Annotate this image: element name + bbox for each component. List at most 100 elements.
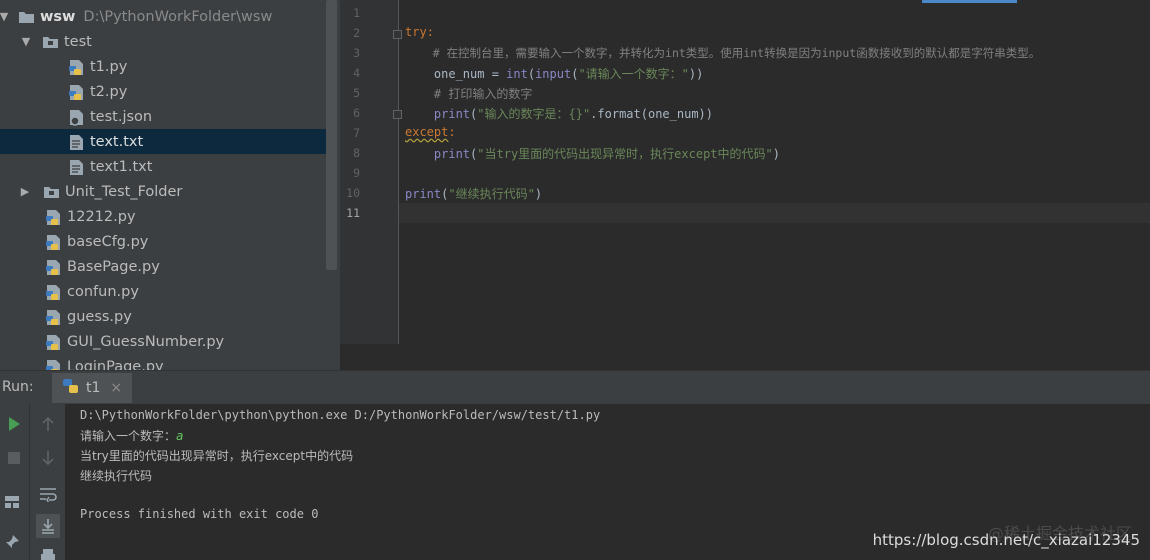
console-prompt-line: 请输入一个数字：a — [80, 429, 184, 443]
soft-wrap-button[interactable] — [36, 482, 60, 506]
line-number: 4 — [353, 66, 360, 80]
console-exit-line: Process finished with exit code 0 — [80, 507, 319, 521]
tree-item-t2-py[interactable]: t2.py — [0, 79, 326, 104]
tree-item-label: text.txt — [90, 133, 144, 150]
code-line-2: try: — [405, 25, 434, 39]
line-number: 1 — [353, 6, 360, 20]
console-command-line: D:\PythonWorkFolder\python\python.exe D:… — [80, 408, 601, 422]
text-file-icon — [68, 134, 85, 150]
line-number: 10 — [346, 186, 360, 200]
line-number: 9 — [353, 166, 360, 180]
scroll-to-end-button[interactable] — [36, 514, 60, 538]
code-line-5: # 打印输入的数字 — [405, 87, 533, 101]
tree-item-label: BasePage.py — [67, 258, 160, 275]
console-continue-line: 继续执行代码 — [80, 469, 153, 483]
python-file-icon — [68, 59, 85, 75]
tree-item-confun-py[interactable]: confun.py — [0, 279, 326, 304]
print-button[interactable] — [36, 544, 60, 560]
rerun-button[interactable] — [2, 412, 26, 436]
python-file-icon — [45, 334, 62, 350]
tree-item-loginpage-py[interactable]: LoginPage.py — [0, 354, 326, 370]
tree-item-t1-py[interactable]: t1.py — [0, 54, 326, 79]
python-file-icon — [45, 209, 62, 225]
python-file-icon — [45, 234, 62, 250]
keyword-except: except — [405, 125, 449, 139]
line-number: 6 — [353, 106, 360, 120]
scroll-to-end-icon — [42, 519, 54, 534]
fold-marker-icon[interactable] — [393, 110, 402, 119]
print-icon — [41, 549, 55, 560]
tree-item-gui-guessnumber-py[interactable]: GUI_GuessNumber.py — [0, 329, 326, 354]
pin-button[interactable] — [0, 530, 24, 554]
python-file-icon — [45, 259, 62, 275]
tree-item-12212-py[interactable]: 12212.py — [0, 204, 326, 229]
code-line-10: print("继续执行代码") — [405, 187, 543, 201]
arrow-up-icon — [42, 416, 54, 431]
code-line-4: one_num = int(input("请输入一个数字：")) — [405, 67, 704, 81]
tree-item-label: LoginPage.py — [67, 358, 164, 371]
tree-scrollbar[interactable] — [326, 0, 337, 270]
tree-item-unit-test-folder[interactable]: ▶ Unit_Test_Folder — [0, 179, 326, 204]
layout-button[interactable] — [0, 490, 24, 514]
chevron-down-icon[interactable]: ▼ — [20, 35, 32, 48]
run-label: Run: — [2, 379, 34, 395]
tree-item-label: confun.py — [67, 283, 139, 300]
code-editor[interactable]: 1 2 3 4 5 6 7 8 9 10 11 try: # 在控制台里，需要输… — [340, 0, 1150, 370]
tree-root-wsw[interactable]: ▼ wsw D:\PythonWorkFolder\wsw — [0, 4, 326, 29]
run-tab-t1[interactable]: t1 × — [52, 373, 133, 403]
tree-item-text1-txt[interactable]: text1.txt — [0, 154, 326, 179]
run-tab-label: t1 — [86, 380, 101, 396]
tree-item-label: baseCfg.py — [67, 233, 149, 250]
tree-item-label: Unit_Test_Folder — [65, 183, 183, 200]
line-number: 3 — [353, 46, 360, 60]
code-line-7: except: — [405, 125, 456, 139]
tree-item-label: test — [64, 33, 92, 50]
scroll-up-button[interactable] — [36, 412, 60, 436]
json-file-icon — [68, 109, 85, 126]
stop-button[interactable] — [2, 446, 26, 470]
keyword-try: try — [405, 25, 427, 39]
line-number: 8 — [353, 146, 360, 160]
tree-item-label: guess.py — [67, 308, 132, 325]
tree-item-text-txt[interactable]: text.txt — [0, 129, 326, 154]
soft-wrap-icon — [40, 488, 57, 502]
tree-item-basepage-py[interactable]: BasePage.py — [0, 254, 326, 279]
chevron-right-icon[interactable]: ▶ — [19, 185, 31, 198]
fold-marker-icon[interactable] — [393, 30, 402, 39]
tree-item-basecfg-py[interactable]: baseCfg.py — [0, 229, 326, 254]
close-icon[interactable]: × — [110, 380, 122, 396]
root-path: D:\PythonWorkFolder\wsw — [83, 8, 273, 25]
tree-item-label: t1.py — [90, 58, 128, 75]
project-tree: ▼ wsw D:\PythonWorkFolder\wsw ▼ test t1.… — [0, 0, 340, 370]
console-user-input: a — [176, 429, 184, 443]
arrow-down-icon — [42, 451, 54, 466]
layout-icon — [5, 496, 19, 508]
chevron-down-icon[interactable]: ▼ — [0, 10, 10, 23]
run-toolbar-primary — [0, 404, 30, 560]
folder-icon — [43, 184, 60, 200]
python-file-icon — [45, 309, 62, 325]
stop-icon — [8, 452, 20, 464]
text-file-icon — [68, 159, 85, 175]
folder-icon — [18, 9, 35, 25]
tree-item-label: 12212.py — [67, 208, 136, 225]
code-line-8: print("当try里面的代码出现异常时，执行except中的代码") — [405, 147, 780, 161]
line-number-current: 11 — [346, 206, 360, 220]
current-line-highlight — [399, 203, 1150, 223]
folder-icon — [42, 34, 59, 50]
play-icon — [9, 417, 20, 431]
run-toolbar-secondary — [30, 404, 65, 560]
tree-item-label: GUI_GuessNumber.py — [67, 333, 225, 350]
tree-item-label: test.json — [90, 108, 153, 125]
tree-item-test-json[interactable]: test.json — [0, 104, 326, 129]
scroll-down-button[interactable] — [36, 446, 60, 470]
line-number: 5 — [353, 86, 360, 100]
python-file-icon — [45, 284, 62, 300]
tree-item-label: text1.txt — [90, 158, 153, 175]
console-exception-line: 当try里面的代码出现异常时，执行except中的代码 — [80, 449, 354, 463]
tree-item-test[interactable]: ▼ test — [0, 29, 326, 54]
active-tab-indicator — [922, 0, 1017, 3]
tree-item-guess-py[interactable]: guess.py — [0, 304, 326, 329]
gutter-divider — [398, 0, 399, 344]
python-run-icon — [62, 377, 80, 399]
